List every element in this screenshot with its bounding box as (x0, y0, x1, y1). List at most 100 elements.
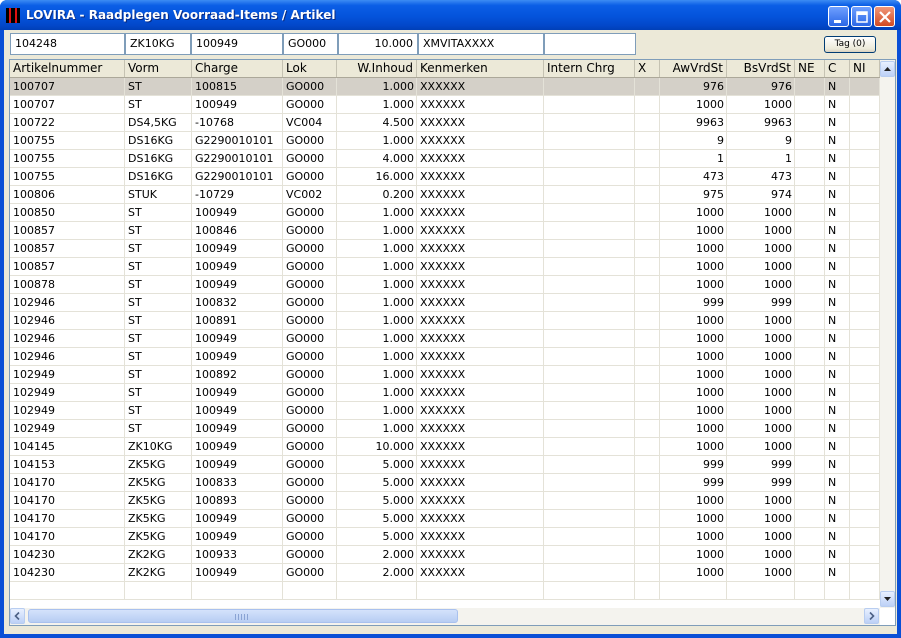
column-header-lok[interactable]: Lok (283, 60, 337, 77)
tag-button[interactable]: Tag (0) (824, 36, 876, 53)
cell-intern-chrg (544, 420, 635, 438)
cell-c: N (825, 420, 850, 438)
cell-artikelnummer: 102946 (10, 348, 125, 366)
table-row[interactable] (10, 582, 880, 600)
cell-ne (795, 96, 825, 114)
close-button[interactable] (874, 6, 895, 27)
horizontal-scrollbar[interactable] (10, 608, 880, 625)
cell-kenmerken: XXXXXX (417, 240, 544, 258)
column-header-charge[interactable]: Charge (192, 60, 283, 77)
horizontal-scroll-thumb[interactable] (28, 609, 458, 623)
cell-ne (795, 294, 825, 312)
filter-bar: 104248 ZK10KG 100949 GO000 10.000 XMVITA… (10, 33, 636, 55)
table-row[interactable]: 100755 DS16KG G2290010101 GO000 16.000 XXXXXX… (10, 168, 880, 186)
cell-vorm: ST (125, 78, 192, 96)
cell-bsvrdst: 974 (727, 186, 795, 204)
cell-bsvrdst: 1000 (727, 222, 795, 240)
table-row[interactable]: 102949 ST 100892 GO000 1.000 XXXXXX 1000 1000 N (10, 366, 880, 384)
column-header-intern-chrg[interactable]: Intern Chrg (544, 60, 635, 77)
cell-kenmerken: XXXXXX (417, 222, 544, 240)
cell-artikelnummer: 100857 (10, 222, 125, 240)
table-row[interactable]: 102946 ST 100832 GO000 1.000 XXXXXX 999 999 N (10, 294, 880, 312)
table-row[interactable]: 104170 ZK5KG 100949 GO000 5.000 XXXXXX 1000 100… (10, 528, 880, 546)
cell-c: N (825, 258, 850, 276)
table-row[interactable]: 102949 ST 100949 GO000 1.000 XXXXXX 1000 1000 N (10, 420, 880, 438)
column-header-ni[interactable]: NI (850, 60, 880, 77)
scroll-up-button[interactable] (880, 61, 895, 77)
column-header-kenmerken[interactable]: Kenmerken (417, 60, 544, 77)
table-row[interactable]: 100707 ST 100949 GO000 1.000 XXXXXX 1000 1000 N (10, 96, 880, 114)
scroll-right-button[interactable] (864, 608, 879, 624)
cell-lok: GO000 (283, 150, 337, 168)
cell-awvrdst: 473 (660, 168, 727, 186)
cell-bsvrdst: 999 (727, 474, 795, 492)
table-row[interactable]: 100857 ST 100846 GO000 1.000 XXXXXX 1000 1000 N (10, 222, 880, 240)
table-row[interactable]: 104153 ZK5KG 100949 GO000 5.000 XXXXXX 999 999 N (10, 456, 880, 474)
table-row[interactable]: 104230 ZK2KG 100949 GO000 2.000 XXXXXX 1000 100… (10, 564, 880, 582)
scroll-down-button[interactable] (880, 591, 895, 607)
table-row[interactable]: 102946 ST 100949 GO000 1.000 XXXXXX 1000 1000 N (10, 330, 880, 348)
column-header-c[interactable]: C (825, 60, 850, 77)
cell-kenmerken: XXXXXX (417, 438, 544, 456)
table-row[interactable]: 102949 ST 100949 GO000 1.000 XXXXXX 1000 1000 N (10, 402, 880, 420)
table-row[interactable]: 100806 STUK -10729 VC002 0.200 XXXXXX 975 974 N (10, 186, 880, 204)
cell-w-inhoud: 1.000 (337, 384, 417, 402)
table-row[interactable]: 100707 ST 100815 GO000 1.000 XXXXXX 976 976 N (10, 78, 880, 96)
table-row[interactable]: 100857 ST 100949 GO000 1.000 XXXXXX 1000 1000 N (10, 258, 880, 276)
cell-w-inhoud: 4.500 (337, 114, 417, 132)
lovira-app-icon[interactable] (6, 8, 20, 23)
scroll-left-button[interactable] (10, 608, 25, 624)
table-row[interactable]: 104170 ZK5KG 100949 GO000 5.000 XXXXXX 1000 100… (10, 510, 880, 528)
table-row[interactable]: 102946 ST 100949 GO000 1.000 XXXXXX 1000 1000 N (10, 348, 880, 366)
title-bar[interactable]: LOVIRA - Raadplegen Voorraad-Items / Art… (0, 0, 901, 30)
cell-lok: GO000 (283, 168, 337, 186)
cell-ni (850, 132, 880, 150)
cell-charge: -10768 (192, 114, 283, 132)
cell-vorm: ST (125, 222, 192, 240)
cell-x (635, 330, 660, 348)
filter-artikelnummer-field[interactable]: 104248 (10, 33, 125, 55)
column-header-w-inhoud[interactable]: W.Inhoud (337, 60, 417, 77)
table-row[interactable]: 104145 ZK10KG 100949 GO000 10.000 XXXXXX 1000 1… (10, 438, 880, 456)
cell-bsvrdst: 1000 (727, 420, 795, 438)
table-row[interactable]: 102949 ST 100949 GO000 1.000 XXXXXX 1000 1000 N (10, 384, 880, 402)
cell-w-inhoud: 1.000 (337, 402, 417, 420)
table-row[interactable]: 102946 ST 100891 GO000 1.000 XXXXXX 1000 1000 N (10, 312, 880, 330)
cell-charge: 100949 (192, 330, 283, 348)
column-header-bsvrdst[interactable]: BsVrdSt (727, 60, 795, 77)
cell-lok: GO000 (283, 528, 337, 546)
column-header-vorm[interactable]: Vorm (125, 60, 192, 77)
cell-ne (795, 186, 825, 204)
column-header-x[interactable]: X (635, 60, 660, 77)
column-header-artikelnummer[interactable]: Artikelnummer (10, 60, 125, 77)
cell-charge: 100949 (192, 204, 283, 222)
table-row[interactable]: 100722 DS4,5KG -10768 VC004 4.500 XXXXXX 9963 9… (10, 114, 880, 132)
filter-lok-field[interactable]: GO000 (283, 33, 338, 55)
cell-awvrdst: 1000 (660, 510, 727, 528)
filter-vorm-field[interactable]: ZK10KG (125, 33, 191, 55)
filter-charge-field[interactable]: 100949 (191, 33, 283, 55)
column-header-ne[interactable]: NE (795, 60, 825, 77)
vertical-scrollbar[interactable] (880, 60, 895, 608)
cell-c: N (825, 312, 850, 330)
table-row[interactable]: 100850 ST 100949 GO000 1.000 XXXXXX 1000 1000 N (10, 204, 880, 222)
filter-inhoud-field[interactable]: 10.000 (338, 33, 418, 55)
cell-ni (850, 564, 880, 582)
table-row[interactable]: 100878 ST 100949 GO000 1.000 XXXXXX 1000 1000 N (10, 276, 880, 294)
table-row[interactable]: 100755 DS16KG G2290010101 GO000 1.000 XXXXXX 9… (10, 132, 880, 150)
cell-awvrdst: 1000 (660, 366, 727, 384)
table-row[interactable]: 104170 ZK5KG 100833 GO000 5.000 XXXXXX 999 999 N (10, 474, 880, 492)
column-header-awvrdst[interactable]: AwVrdSt (660, 60, 727, 77)
cell-ne (795, 528, 825, 546)
cell-vorm: ZK5KG (125, 474, 192, 492)
filter-kenmerken-field[interactable]: XMVITAXXXX (418, 33, 544, 55)
table-row[interactable]: 104230 ZK2KG 100933 GO000 2.000 XXXXXX 1000 100… (10, 546, 880, 564)
table-row[interactable]: 104170 ZK5KG 100893 GO000 5.000 XXXXXX 1000 100… (10, 492, 880, 510)
table-row[interactable]: 100755 DS16KG G2290010101 GO000 4.000 XXXXXX 1… (10, 150, 880, 168)
cell-kenmerken: XXXXXX (417, 564, 544, 582)
table-row[interactable]: 100857 ST 100949 GO000 1.000 XXXXXX 1000 1000 N (10, 240, 880, 258)
maximize-button[interactable] (851, 6, 872, 27)
cell-intern-chrg (544, 510, 635, 528)
minimize-button[interactable] (828, 6, 849, 27)
filter-extra-field[interactable] (544, 33, 636, 55)
